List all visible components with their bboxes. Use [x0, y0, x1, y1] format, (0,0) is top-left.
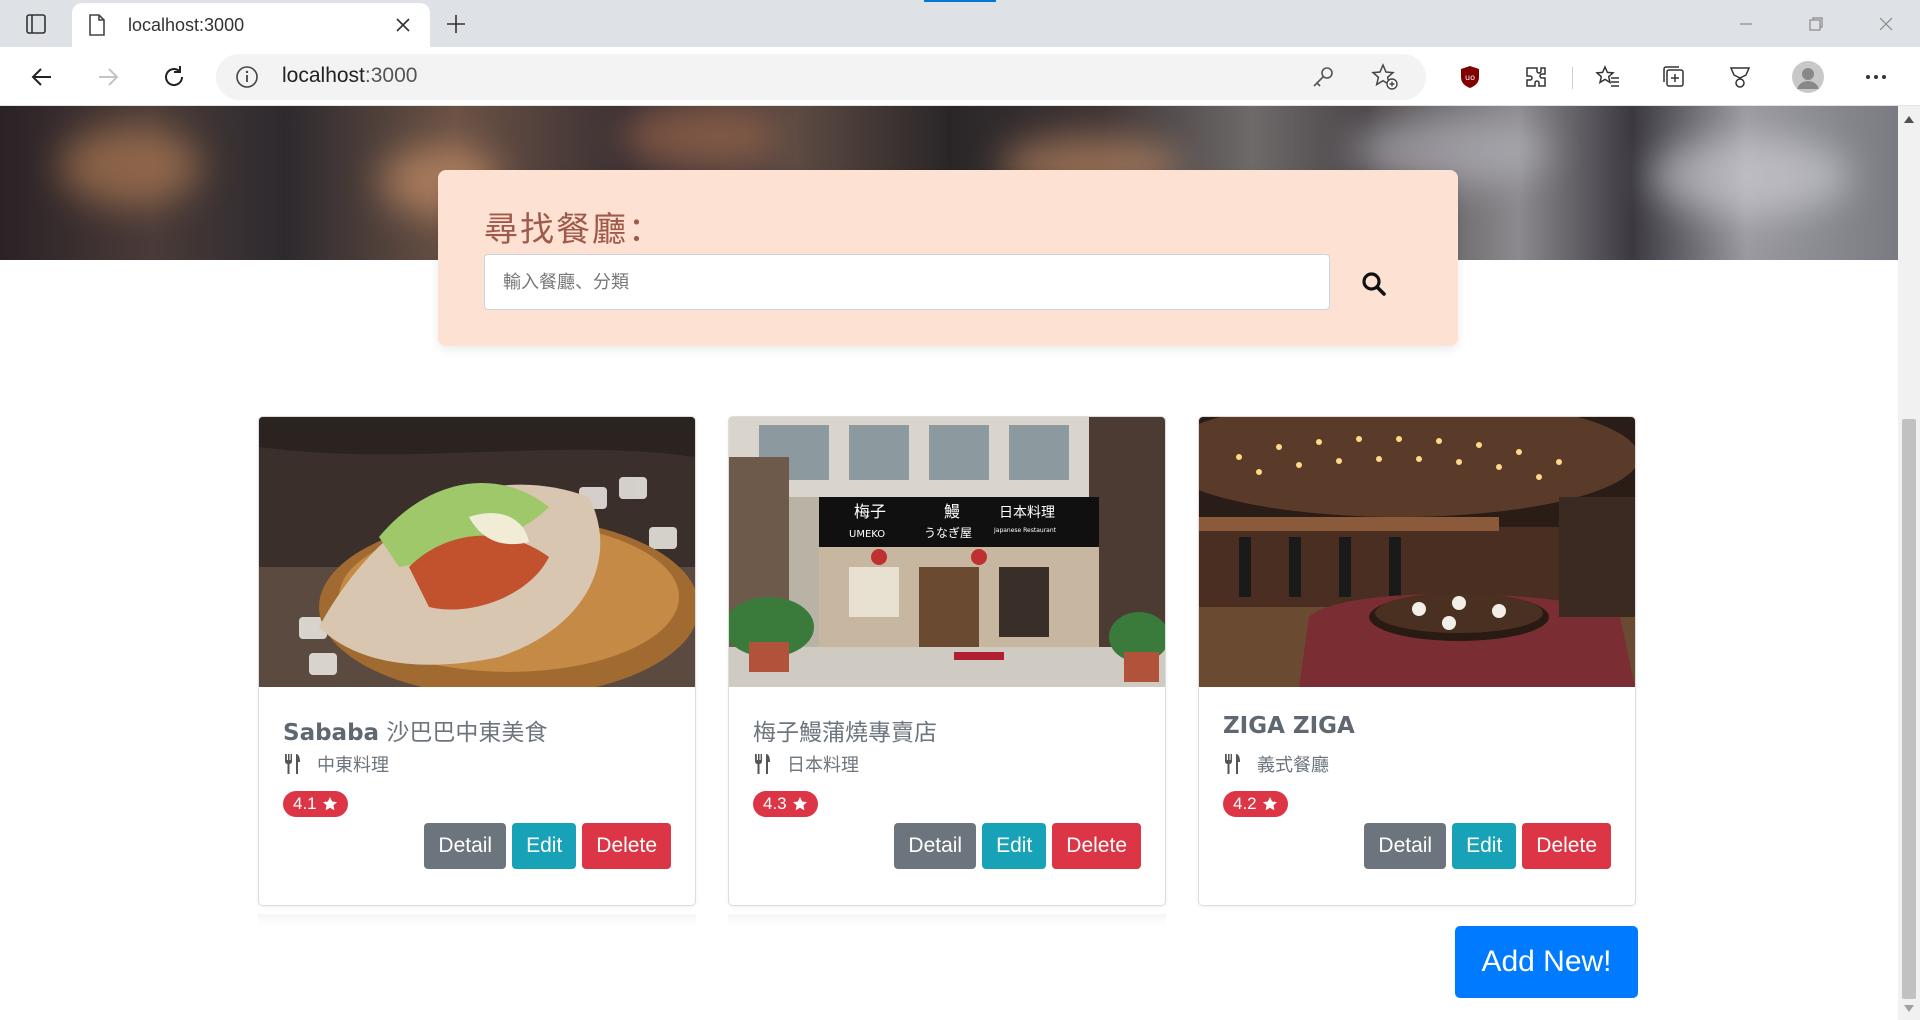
info-icon[interactable] — [234, 64, 260, 90]
add-favorite-icon[interactable] — [1370, 62, 1400, 92]
card-shadow — [728, 914, 1166, 926]
shop-sign-text: 日本料理 — [999, 505, 1055, 521]
new-tab-icon[interactable] — [440, 8, 472, 40]
extensions-icon[interactable] — [1516, 57, 1556, 97]
rating-badge: 4.3 — [753, 791, 818, 817]
page-scrollbar[interactable] — [1898, 106, 1920, 1020]
address-bar[interactable]: localhost:3000 — [216, 54, 1426, 100]
close-window-icon[interactable] — [1852, 0, 1920, 47]
restaurant-image[interactable] — [1199, 417, 1635, 687]
shop-sign-text: Japanese Restaurant — [993, 527, 1057, 534]
shop-sign-text: 鰻 — [944, 502, 960, 521]
key-icon[interactable] — [1310, 64, 1336, 90]
shop-sign-text: 梅子 — [854, 502, 886, 521]
browser-toolbar: localhost:3000 uo — [0, 47, 1920, 106]
search-icon — [1362, 272, 1386, 296]
favorites-icon[interactable] — [1588, 57, 1628, 97]
detail-button[interactable]: Detail — [1364, 823, 1447, 869]
restaurant-name: 梅子鰻蒲燒專賣店 — [753, 720, 937, 746]
shop-sign-text: うなぎ屋 — [924, 526, 972, 540]
restaurant-name: Sababa 沙巴巴中東美食 — [283, 720, 548, 746]
restaurant-name: ZIGA ZIGA — [1223, 713, 1355, 739]
loading-indicator — [924, 0, 996, 2]
minimize-icon[interactable] — [1712, 0, 1780, 47]
scroll-down-icon[interactable] — [1898, 1000, 1920, 1018]
refresh-icon[interactable] — [154, 57, 194, 97]
card-shadow — [258, 914, 696, 926]
restore-icon[interactable] — [1782, 0, 1850, 47]
delete-button[interactable]: Delete — [582, 823, 671, 869]
search-button[interactable] — [1356, 266, 1392, 302]
restaurant-category: 日本料理 — [753, 751, 859, 777]
star-icon — [1262, 797, 1277, 811]
edit-button[interactable]: Edit — [982, 823, 1047, 869]
search-input[interactable] — [484, 254, 1330, 310]
edit-button[interactable]: Edit — [1452, 823, 1517, 869]
detail-button[interactable]: Detail — [424, 823, 507, 869]
delete-button[interactable]: Delete — [1052, 823, 1141, 869]
search-title: 尋找餐廳： — [484, 210, 664, 250]
collections-icon[interactable] — [1654, 57, 1694, 97]
profile-avatar[interactable] — [1788, 57, 1828, 97]
restaurant-card: ZIGA ZIGA 義式餐廳 4.2 Detail Edit Delete — [1198, 416, 1636, 906]
restaurant-category: 中東料理 — [283, 751, 389, 777]
tab-actions-icon[interactable] — [14, 10, 58, 38]
page-icon — [89, 14, 105, 36]
restaurant-category: 義式餐廳 — [1223, 751, 1329, 777]
browser-tab[interactable]: localhost:3000 — [72, 3, 430, 47]
edit-button[interactable]: Edit — [512, 823, 577, 869]
utensils-icon — [285, 754, 300, 774]
restaurant-card: Sababa 沙巴巴中東美食 中東料理 4.1 Detail Edit Dele… — [258, 416, 696, 906]
detail-button[interactable]: Detail — [894, 823, 977, 869]
tab-title: localhost:3000 — [128, 14, 245, 35]
search-panel: 尋找餐廳： — [438, 170, 1458, 346]
rating-badge: 4.1 — [283, 791, 348, 817]
back-icon[interactable] — [22, 57, 62, 97]
page-viewport: 尋找餐廳： Sa — [0, 106, 1898, 1020]
svg-text:uo: uo — [1465, 73, 1475, 82]
restaurant-image[interactable] — [259, 417, 695, 687]
browser-tab-bar: localhost:3000 — [0, 0, 1920, 47]
add-new-button[interactable]: Add New! — [1455, 926, 1638, 998]
utensils-icon — [1225, 754, 1240, 774]
browser-essentials-icon[interactable] — [1720, 57, 1760, 97]
restaurant-image[interactable]: 梅子 UMEKO 鰻 うなぎ屋 日本料理 Japanese Restaurant — [729, 417, 1165, 687]
star-icon — [322, 797, 337, 811]
close-tab-icon[interactable] — [390, 12, 416, 38]
delete-button[interactable]: Delete — [1522, 823, 1611, 869]
url-text[interactable]: localhost:3000 — [282, 64, 417, 88]
utensils-icon — [755, 754, 770, 774]
ublock-icon[interactable]: uo — [1450, 57, 1490, 97]
scrollbar-thumb[interactable] — [1902, 419, 1916, 999]
restaurant-card: 梅子 UMEKO 鰻 うなぎ屋 日本料理 Japanese Restaurant… — [728, 416, 1166, 906]
rating-badge: 4.2 — [1223, 791, 1288, 817]
forward-icon[interactable] — [88, 57, 128, 97]
more-menu-icon[interactable] — [1856, 57, 1896, 97]
star-icon — [792, 797, 807, 811]
scroll-up-icon[interactable] — [1898, 110, 1920, 128]
shop-sign-text: UMEKO — [849, 529, 885, 540]
